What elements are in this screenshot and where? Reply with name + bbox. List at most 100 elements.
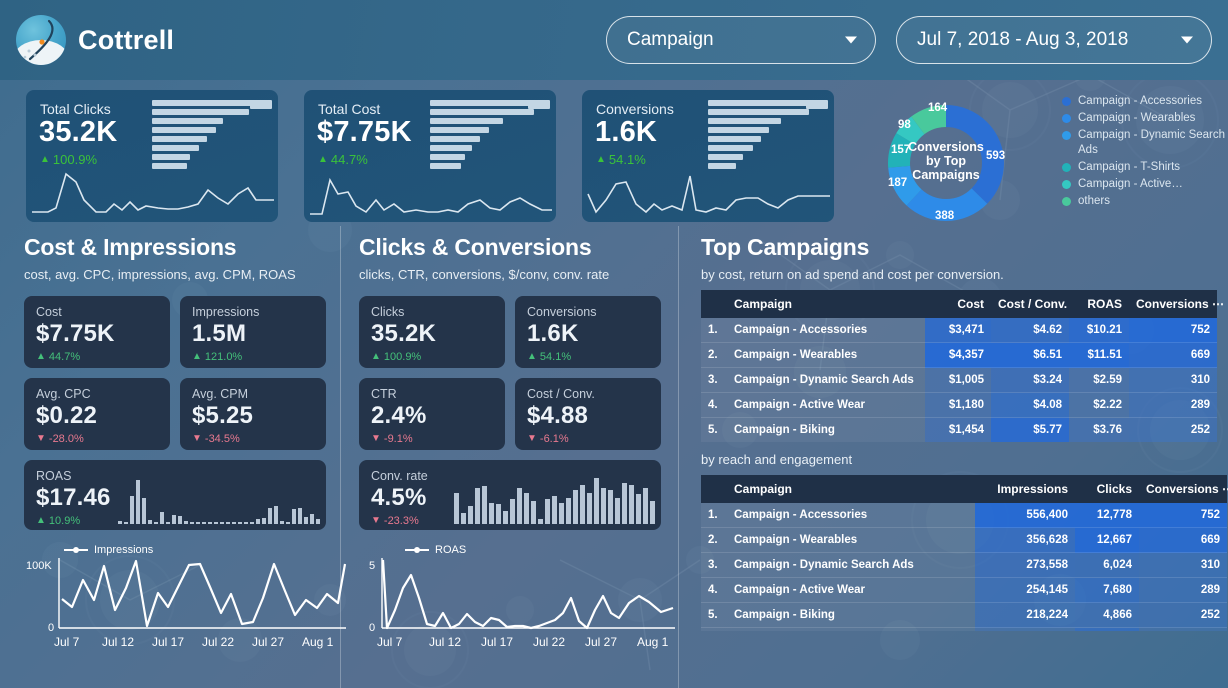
table-row[interactable]: 5. Campaign - Biking 218,224 4,866 252 (701, 602, 1227, 628)
metric-label: Conversions (527, 305, 597, 319)
sparkline-bar (298, 507, 302, 524)
cell-conversions: 289 (1129, 392, 1217, 418)
table-row[interactable]: 5. Campaign - Biking $1,454 $5.77 $3.76 252 (701, 417, 1217, 442)
sparkline-bar (190, 521, 194, 524)
th-conversions[interactable]: Conversions ⋯ (1139, 475, 1228, 503)
table-row[interactable]: 3. Campaign - Dynamic Search Ads $1,005 $3.… (701, 367, 1217, 393)
kpi-strip: Total Clicks 35.2K ▲ 100.9% Total Cost $… (0, 80, 1228, 226)
th-rank[interactable] (701, 290, 727, 318)
metric-card-avg-cpc[interactable]: Avg. CPC $0.22 ▼ -28.0% (24, 378, 170, 450)
metric-value: $5.25 (192, 402, 254, 429)
trend-up-icon: ▲ (36, 351, 46, 362)
metric-card-impressions[interactable]: Impressions 1.5M ▲ 121.0% (180, 296, 326, 368)
cell-cost-per-conv: $3.24 (991, 367, 1069, 393)
sparkline-bar (517, 487, 522, 524)
cell-roas: $2.22 (1069, 392, 1129, 418)
trend-up-icon: ▲ (192, 351, 202, 362)
cell-impressions: 273,558 (975, 552, 1075, 578)
th-roas[interactable]: ROAS (1069, 290, 1129, 318)
metric-card-conversions[interactable]: Conversions 1.6K ▲ 54.1% (515, 296, 661, 368)
metric-card-cost-per-conv[interactable]: Cost / Conv. $4.88 ▼ -6.1% (515, 378, 661, 450)
table-row[interactable]: 1. Campaign - Accessories $3,471 $4.62 $10.2… (701, 318, 1217, 343)
kpi-card-total-clicks[interactable]: Total Clicks 35.2K ▲ 100.9% (26, 90, 278, 222)
table-header-row: Campaign Cost Cost / Conv. ROAS Conversi… (701, 290, 1224, 318)
chevron-down-icon (1181, 36, 1193, 44)
panel-title: Cost & Impressions (24, 234, 237, 260)
metric-grid: Cost $7.75K ▲ 44.7% Impressions 1.5M ▲ 1… (24, 296, 334, 530)
legend-item[interactable]: Campaign - Accessories (1062, 94, 1228, 109)
table-row[interactable]: 2. Campaign - Wearables $4,357 $6.51 $11.51 6… (701, 342, 1217, 368)
sparkline-bar (573, 489, 578, 524)
sparkline-bar (136, 480, 140, 524)
panel-subtitle: by cost, return on ad spend and cost per… (701, 267, 1004, 282)
th-cost[interactable]: Cost (925, 290, 991, 318)
metric-card-avg-cpm[interactable]: Avg. CPM $5.25 ▼ -34.5% (180, 378, 326, 450)
x-tick: Jul 17 (152, 635, 185, 649)
table-row[interactable]: 4. Campaign - Active Wear 254,145 7,680 289 (701, 577, 1227, 603)
metric-value: $4.88 (527, 402, 589, 429)
metric-card-clicks[interactable]: Clicks 35.2K ▲ 100.9% (359, 296, 505, 368)
cell-cost: $1,454 (925, 417, 991, 442)
brand: Cottrell (16, 15, 174, 65)
metric-label: Clicks (371, 305, 405, 319)
legend-item[interactable]: others (1062, 194, 1228, 209)
panel-cost-impressions: Cost & Impressions cost, avg. CPC, impre… (0, 226, 347, 688)
cell-impressions: 356,628 (975, 527, 1075, 553)
sparkline-bar (650, 501, 655, 524)
sparkline-bar (461, 512, 466, 524)
th-impressions[interactable]: Impressions (975, 475, 1075, 503)
cell-campaign: Campaign - Dynamic Search Ads (727, 367, 925, 393)
sparkline-bar (118, 521, 122, 524)
legend-item[interactable]: Campaign - Wearables (1062, 111, 1228, 126)
legend-item[interactable]: Campaign - Active… (1062, 177, 1228, 192)
legend-color-dot (1062, 180, 1071, 189)
table-row[interactable]: 3. Campaign - Dynamic Search Ads 273,558 6,… (701, 552, 1227, 578)
th-clicks[interactable]: Clicks (1075, 475, 1139, 503)
table-row[interactable]: 1. Campaign - Accessories 556,400 12,778 752 (701, 503, 1227, 528)
th-rank[interactable] (701, 475, 727, 503)
metric-card-ctr[interactable]: CTR 2.4% ▼ -9.1% (359, 378, 505, 450)
legend-label: Campaign - T-Shirts (1078, 161, 1181, 173)
kpi-card-total-cost[interactable]: Total Cost $7.75K ▲ 44.7% (304, 90, 556, 222)
sparkline-bar (643, 487, 648, 524)
legend-line-marker-icon (405, 547, 429, 553)
table-row[interactable]: 4. Campaign - Active Wear $1,180 $4.08 $2.22… (701, 392, 1217, 418)
x-tick: Jul 22 (533, 635, 566, 649)
th-cost-per-conv[interactable]: Cost / Conv. (991, 290, 1069, 318)
header-controls: Campaign Jul 7, 2018 - Aug 3, 2018 (606, 16, 1212, 64)
th-conversions[interactable]: Conversions ⋯ (1129, 290, 1224, 318)
sparkline-bar (232, 522, 236, 524)
metric-card-roas[interactable]: ROAS $17.46 ▲ 10.9% (24, 460, 326, 530)
table-row[interactable]: 2. Campaign - Wearables 356,628 12,667 669 (701, 527, 1227, 553)
legend-item[interactable]: Campaign - T-Shirts (1062, 160, 1228, 175)
cell-cost: $1,005 (925, 367, 991, 393)
sparkline-bar (160, 512, 164, 524)
sparkline-bar (531, 501, 536, 524)
metric-delta-value: -28.0% (48, 433, 84, 445)
donut-value-dynamic: 187 (888, 177, 908, 189)
date-range-select[interactable]: Jul 7, 2018 - Aug 3, 2018 (896, 16, 1212, 64)
legend-label: Campaign - Dynamic Search Ads (1078, 129, 1226, 156)
th-campaign[interactable]: Campaign (727, 475, 975, 503)
metric-value: 2.4% (371, 402, 427, 429)
metric-label: Avg. CPC (36, 387, 91, 401)
metric-card-conv-rate[interactable]: Conv. rate 4.5% ▼ -23.3% (359, 460, 661, 530)
kpi-card-conversions[interactable]: Conversions 1.6K ▲ 54.1% (582, 90, 834, 222)
x-axis-ticks: Jul 7 Jul 12 Jul 17 Jul 22 Jul 27 Aug 1 (377, 635, 670, 649)
campaign-select[interactable]: Campaign (606, 16, 876, 64)
sparkline-bar (148, 520, 152, 524)
table-row[interactable]: 6.Campaign - T-Shirts136,0037,147157 (701, 627, 1227, 631)
th-campaign[interactable]: Campaign (727, 290, 925, 318)
campaigns-table-1-scroll[interactable]: Campaign Cost Cost / Conv. ROAS Conversi… (701, 282, 1228, 442)
cell-conversions: 310 (1139, 552, 1227, 578)
legend-item[interactable]: Campaign - Dynamic Search Ads (1062, 128, 1228, 158)
sparkline-bar (166, 522, 170, 524)
metric-value: 35.2K (371, 320, 437, 347)
sparkline-bar (454, 492, 459, 524)
sparkline-bar (226, 522, 230, 524)
metric-card-cost[interactable]: Cost $7.75K ▲ 44.7% (24, 296, 170, 368)
table-header-row: Campaign Impressions Clicks Conversions … (701, 475, 1228, 503)
metric-value: 1.5M (192, 320, 247, 347)
legend-label: others (1078, 195, 1110, 207)
campaigns-table-2-scroll[interactable]: Campaign Impressions Clicks Conversions … (701, 467, 1228, 631)
